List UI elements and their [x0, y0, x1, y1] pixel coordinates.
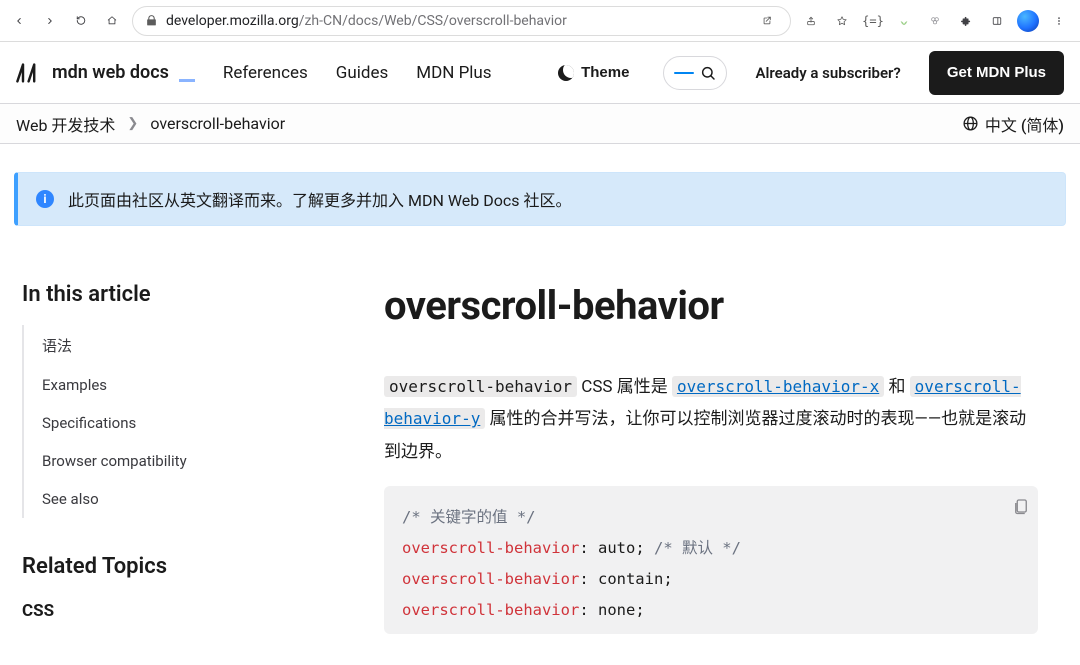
related-topic-css[interactable]: CSS: [22, 601, 384, 621]
mdn-logo-icon: [16, 61, 44, 85]
breadcrumb-bar: Web 开发技术 ❯ overscroll-behavior 中文 (简体): [0, 104, 1080, 144]
banner-link[interactable]: MDN Web Docs 社区: [408, 191, 555, 210]
logo-cursor: [179, 79, 195, 82]
site-header: mdn web docs References Guides MDN Plus …: [0, 42, 1080, 104]
search-underline: [674, 72, 694, 74]
sidepanel-icon[interactable]: [986, 10, 1008, 32]
banner-text: 此页面由社区从英文翻译而来。了解更多并加入 MDN Web Docs 社区。: [68, 187, 571, 211]
browser-reload-button[interactable]: [70, 10, 92, 32]
toc-heading: In this article: [22, 282, 384, 307]
breadcrumb: Web 开发技术 ❯ overscroll-behavior: [16, 112, 285, 136]
nav-mdn-plus[interactable]: MDN Plus: [416, 63, 491, 83]
toc-item[interactable]: See also: [24, 480, 384, 518]
extensions-icon[interactable]: [955, 10, 977, 32]
lock-icon: [145, 14, 158, 27]
link-overscroll-x[interactable]: overscroll-behavior-x: [672, 377, 884, 397]
mdn-logo[interactable]: mdn web docs: [16, 61, 195, 85]
page-title: overscroll-behavior: [384, 282, 1038, 329]
ext-cloud-icon[interactable]: [924, 10, 946, 32]
toc-item[interactable]: Specifications: [24, 404, 384, 442]
browser-toolbar: developer.mozilla.org/zh-CN/docs/Web/CSS…: [0, 0, 1080, 42]
language-switcher[interactable]: 中文 (简体): [962, 112, 1064, 136]
moon-icon: [558, 65, 574, 81]
toc-list: 语法 Examples Specifications Browser compa…: [22, 325, 384, 518]
theme-toggle[interactable]: Theme: [552, 63, 635, 82]
browser-menu-icon[interactable]: [1048, 10, 1070, 32]
address-bar[interactable]: developer.mozilla.org/zh-CN/docs/Web/CSS…: [132, 6, 791, 36]
get-mdn-plus-button[interactable]: Get MDN Plus: [929, 51, 1064, 95]
search-button[interactable]: [663, 56, 727, 90]
toc-item[interactable]: Examples: [24, 366, 384, 404]
subscriber-link[interactable]: Already a subscriber?: [755, 64, 900, 82]
language-label: 中文 (简体): [985, 112, 1064, 136]
sidebar: In this article 语法 Examples Specificatio…: [14, 282, 384, 634]
ext-braces-icon[interactable]: {=}: [862, 10, 884, 32]
info-icon: i: [36, 190, 54, 208]
nav-guides[interactable]: Guides: [336, 63, 388, 83]
copy-code-button[interactable]: [1006, 496, 1028, 518]
search-icon: [700, 65, 716, 81]
mdn-logo-text: mdn web docs: [52, 62, 169, 83]
globe-icon: [962, 115, 979, 132]
clipboard-icon: [1012, 497, 1030, 515]
url-text: developer.mozilla.org/zh-CN/docs/Web/CSS…: [166, 13, 748, 29]
intro-code: overscroll-behavior: [384, 376, 577, 397]
open-external-icon[interactable]: [756, 10, 778, 32]
intro-paragraph: overscroll-behavior CSS 属性是 overscroll-b…: [384, 371, 1038, 468]
breadcrumb-current: overscroll-behavior: [150, 114, 285, 133]
browser-home-button[interactable]: [101, 10, 123, 32]
theme-label: Theme: [581, 64, 629, 81]
browser-back-button[interactable]: [8, 10, 30, 32]
toc-item[interactable]: 语法: [24, 325, 384, 366]
chevron-right-icon: ❯: [127, 116, 138, 131]
related-heading: Related Topics: [22, 554, 384, 579]
code-example: /* 关键字的值 */ overscroll-behavior: auto; /…: [384, 486, 1038, 634]
ext-plant-icon[interactable]: [893, 10, 915, 32]
nav-references[interactable]: References: [223, 63, 308, 83]
bookmark-star-icon[interactable]: [831, 10, 853, 32]
profile-avatar[interactable]: [1017, 10, 1039, 32]
article: overscroll-behavior overscroll-behavior …: [384, 282, 1066, 634]
browser-forward-button[interactable]: [39, 10, 61, 32]
toc-item[interactable]: Browser compatibility: [24, 442, 384, 480]
translation-banner: i 此页面由社区从英文翻译而来。了解更多并加入 MDN Web Docs 社区。: [14, 172, 1066, 226]
breadcrumb-root[interactable]: Web 开发技术: [16, 112, 115, 136]
share-icon[interactable]: [800, 10, 822, 32]
